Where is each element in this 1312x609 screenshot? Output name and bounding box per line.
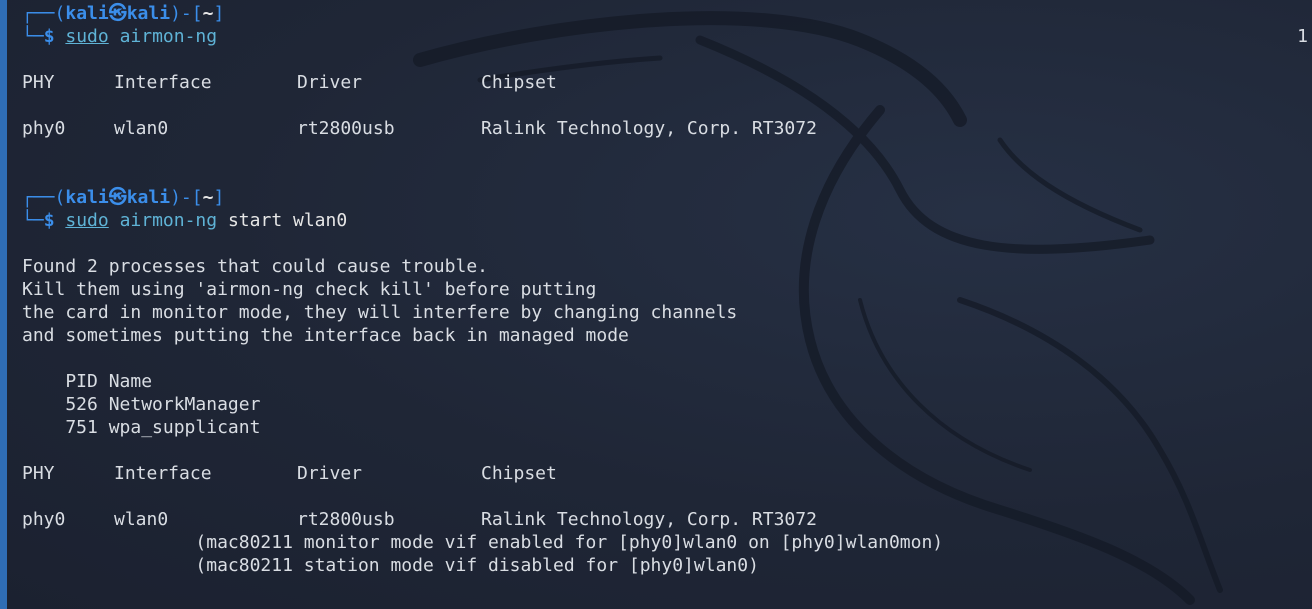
command-program: airmon-ng: [119, 210, 218, 231]
prompt-line: ┌──(kali㉿kali)-[~]: [22, 186, 1282, 209]
prompt-host: kali: [126, 187, 171, 208]
command-sudo: sudo: [65, 26, 109, 47]
prompt-decoration: ┌──(: [22, 187, 66, 208]
prompt-line: ┌──(kali㉿kali)-[~]: [22, 2, 1282, 25]
terminal-output: ┌──(kali㉿kali)-[~] └─$ sudo airmon-ng PH…: [22, 2, 1282, 577]
command-line: └─$ sudo airmon-ng: [22, 25, 1282, 48]
table-cell: phy0: [22, 118, 66, 139]
table-header-cell: Interface: [114, 72, 212, 93]
table-note: (mac80211 monitor mode vif enabled for […: [22, 532, 944, 553]
process-row: 526 NetworkManager: [22, 394, 261, 415]
warning-line: and sometimes putting the interface back…: [22, 325, 629, 346]
table-cell: rt2800usb: [297, 509, 395, 530]
command-program: airmon-ng: [119, 26, 218, 47]
table-row: phy0 wlan0 rt2800usb Ralink Technology, Cor…: [22, 508, 1282, 531]
window-left-edge: [0, 0, 7, 609]
table-cell: Ralink Technology, Corp. RT3072: [481, 118, 817, 139]
table-header-cell: Chipset: [481, 72, 557, 93]
table-header: PHY Interface Driver Chipset: [22, 462, 1282, 485]
prompt-user: kali: [65, 3, 109, 24]
table-cell: rt2800usb: [297, 118, 395, 139]
prompt-decoration: ┌──(: [22, 3, 66, 24]
terminal-window[interactable]: 1 ┌──(kali㉿kali)-[~] └─$ sudo airmon-ng …: [0, 0, 1312, 609]
prompt-decoration: ]: [213, 3, 225, 24]
prompt-decoration: )-[: [170, 3, 203, 24]
process-header: PID Name: [22, 371, 153, 392]
warning-line: Found 2 processes that could cause troub…: [22, 256, 488, 277]
table-cell: wlan0: [114, 509, 169, 530]
command-sudo: sudo: [65, 210, 109, 231]
table-cell: phy0: [22, 509, 66, 530]
prompt-host: kali: [126, 3, 171, 24]
prompt-dollar: $: [43, 210, 66, 231]
prompt-at-icon: ㉿: [108, 3, 127, 24]
scroll-indicator: 1: [1297, 26, 1308, 47]
prompt-decoration: )-[: [170, 187, 203, 208]
table-header-cell: Driver: [297, 72, 363, 93]
process-row: 751 wpa_supplicant: [22, 417, 261, 438]
prompt-user: kali: [65, 187, 109, 208]
table-header-cell: PHY: [22, 463, 55, 484]
table-cell: wlan0: [114, 118, 169, 139]
table-header-cell: Driver: [297, 463, 363, 484]
prompt-at-icon: ㉿: [108, 187, 127, 208]
table-header-cell: PHY: [22, 72, 55, 93]
warning-line: the card in monitor mode, they will inte…: [22, 302, 738, 323]
table-cell: Ralink Technology, Corp. RT3072: [481, 509, 817, 530]
prompt-decoration: ]: [213, 187, 225, 208]
table-header-cell: Interface: [114, 463, 212, 484]
prompt-dollar: $: [43, 26, 66, 47]
prompt-decoration: └─: [22, 210, 44, 231]
prompt-path: ~: [202, 187, 214, 208]
table-header: PHY Interface Driver Chipset: [22, 71, 1282, 94]
prompt-path: ~: [202, 3, 214, 24]
command-args: start wlan0: [227, 210, 348, 231]
warning-line: Kill them using 'airmon-ng check kill' b…: [22, 279, 597, 300]
table-row: phy0 wlan0 rt2800usb Ralink Technology, Cor…: [22, 117, 1282, 140]
prompt-decoration: └─: [22, 26, 44, 47]
table-note: (mac80211 station mode vif disabled for …: [22, 555, 759, 576]
table-header-cell: Chipset: [481, 463, 557, 484]
command-line: └─$ sudo airmon-ng start wlan0: [22, 209, 1282, 232]
